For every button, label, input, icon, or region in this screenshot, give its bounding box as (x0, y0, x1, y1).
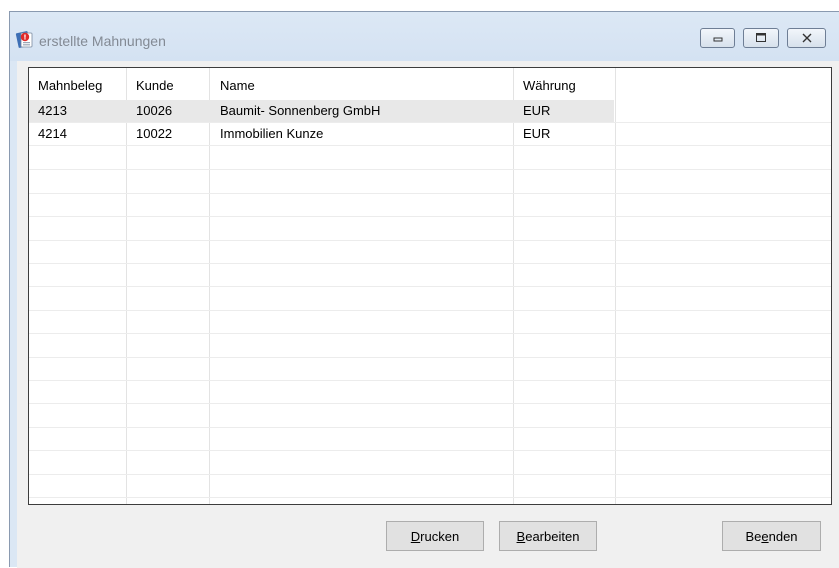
maximize-icon (756, 33, 766, 42)
table-row[interactable]: 4214 10022 Immobilien Kunze EUR (29, 123, 831, 146)
grid-row-line (29, 427, 831, 428)
column-header-kunde[interactable]: Kunde (136, 78, 174, 94)
grid-row-line (29, 450, 831, 451)
grid-row-line (29, 357, 831, 358)
cell-waehrung: EUR (523, 126, 551, 141)
edit-accelerator: B (516, 528, 526, 544)
edit-label-rest: earbeiten (525, 528, 580, 544)
column-header-waehrung[interactable]: Währung (523, 78, 576, 94)
maximize-button[interactable] (743, 28, 779, 48)
close-icon (802, 33, 811, 43)
grid-row-line (29, 216, 831, 217)
grid-row-line (29, 310, 831, 311)
grid-row-line (29, 263, 831, 264)
grid-row-line (29, 403, 831, 404)
column-header-mahnbeleg[interactable]: Mahnbeleg (38, 78, 102, 94)
svg-text:!: ! (23, 34, 26, 42)
print-accelerator: D (410, 528, 421, 544)
cell-kunde: 10026 (136, 103, 173, 118)
dialog-window: ! erstellte Mahnungen Mahnbeleg Kunde Na… (9, 11, 839, 568)
grid-row-line (29, 240, 831, 241)
cell-name: Baumit- Sonnenberg GmbH (220, 103, 381, 118)
reminders-table[interactable]: Mahnbeleg Kunde Name Währung 4213 10026 … (28, 67, 832, 505)
grid-row-line (29, 286, 831, 287)
edit-button[interactable]: Bearbeiten (499, 521, 597, 551)
minimize-button[interactable] (700, 28, 735, 48)
close-button[interactable] (787, 28, 826, 48)
table-row[interactable]: 4213 10026 Baumit- Sonnenberg GmbH EUR (29, 100, 831, 123)
grid-row-line (29, 333, 831, 334)
print-label-rest: rucken (420, 528, 460, 544)
exit-label-pre: Be (745, 528, 762, 544)
grid-row-line (29, 169, 831, 170)
title-bar[interactable]: ! erstellte Mahnungen (10, 12, 839, 61)
column-header-name[interactable]: Name (220, 78, 255, 94)
exit-accelerator: e (761, 528, 769, 544)
cell-kunde: 10022 (136, 126, 173, 141)
grid-row-line (29, 474, 831, 475)
minimize-icon (713, 37, 722, 42)
cell-name: Immobilien Kunze (220, 126, 324, 141)
grid-row-line (29, 380, 831, 381)
app-icon: ! (15, 31, 33, 48)
cell-mahnbeleg: 4214 (38, 126, 67, 141)
cell-mahnbeleg: 4213 (38, 103, 67, 118)
cell-waehrung: EUR (523, 103, 551, 118)
dialog-client-area: Mahnbeleg Kunde Name Währung 4213 10026 … (17, 61, 839, 568)
table-header: Mahnbeleg Kunde Name Währung (29, 68, 831, 100)
print-button[interactable]: Drucken (386, 521, 484, 551)
exit-label-rest: nden (768, 528, 798, 544)
exit-button[interactable]: Be e nden (722, 521, 821, 551)
window-title: erstellte Mahnungen (39, 33, 166, 49)
grid-row-line (29, 497, 831, 498)
grid-row-line (29, 193, 831, 194)
